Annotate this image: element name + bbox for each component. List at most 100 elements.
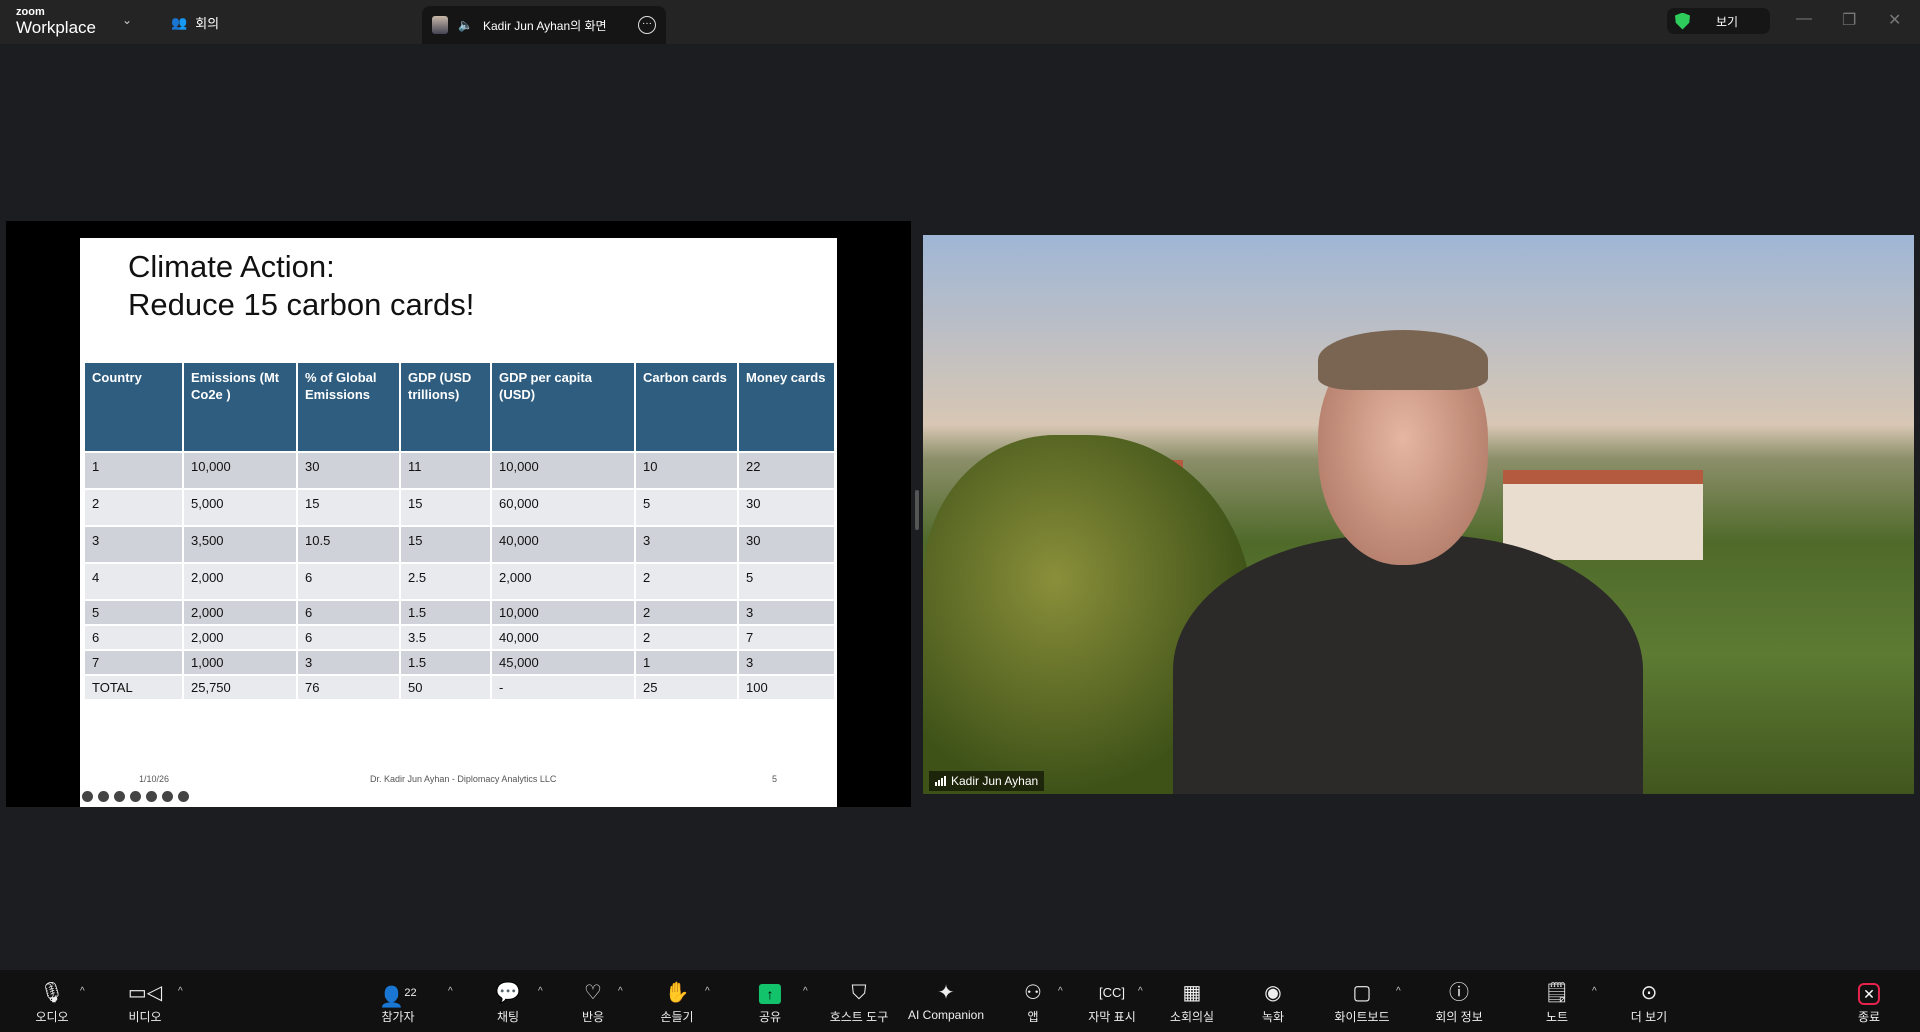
raise-hand-button[interactable]: ✋ 손들기: [660, 982, 693, 1025]
person-body: [1173, 535, 1643, 794]
table-header-row: Country Emissions (Mt Co2e )% of Global E…: [83, 361, 836, 453]
participant-name-tag: Kadir Jun Ayhan: [929, 771, 1045, 791]
next-slide-icon[interactable]: [178, 791, 189, 802]
table-cell: 2: [634, 599, 739, 626]
shield-icon: ⛉: [851, 982, 867, 1004]
meeting-toolbar: 🎙 오디오 ^ ▭◁ 비디오 ^ 👤22 참가자 ^ 💬 채팅 ^ ♡ 반응 ^ ✋ 손들기…: [0, 970, 1920, 1032]
restore-icon[interactable]: ❐: [1842, 10, 1856, 30]
split-resize-handle[interactable]: [915, 490, 919, 530]
zoom-logo-small: zoom: [16, 6, 45, 18]
whiteboard-caret[interactable]: ^: [1396, 986, 1401, 997]
more-dots-icon: ⊙: [1640, 982, 1658, 1004]
presentation-slide: Climate Action: Reduce 15 carbon cards! C…: [80, 238, 837, 807]
share-label: 공유: [758, 1010, 782, 1024]
table-body: 1 10,000 30 11 10,000 10 22 2 5,000 15 15 60,000 5 30…: [83, 451, 836, 701]
meeting-tab[interactable]: 👥 회의: [171, 13, 219, 32]
close-icon[interactable]: ✕: [1888, 10, 1901, 30]
column-header: GDP (USD trillions): [399, 361, 492, 453]
zoom-icon[interactable]: [114, 791, 125, 802]
participants-button[interactable]: 👤22 참가자: [379, 982, 416, 1025]
table-cell: 3: [634, 525, 739, 564]
table-cell: 10,000: [490, 451, 636, 490]
table-cell: 10,000: [182, 451, 298, 490]
reactions-button[interactable]: ♡ 반응: [582, 982, 604, 1025]
person-hair: [1318, 330, 1488, 390]
title-bar: zoom Workplace ⌄ 👥 회의 🔈 Kadir Jun Ayhan의 …: [0, 0, 1920, 44]
notes-button[interactable]: 🗒 노트: [1544, 982, 1569, 1025]
table-cell: 2,000: [182, 599, 298, 626]
view-control[interactable]: 보기: [1667, 8, 1770, 34]
previous-slide-icon[interactable]: [82, 791, 93, 802]
share-caret[interactable]: ^: [803, 986, 808, 997]
ai-companion-button[interactable]: ✦ AI Companion: [908, 982, 984, 1022]
info-icon: ⓘ: [1449, 982, 1469, 1004]
slide-controls: [82, 791, 189, 802]
participant-count: 22: [404, 987, 417, 999]
data-table: Country Emissions (Mt Co2e )% of Global E…: [83, 361, 836, 701]
table-row: 7 1,000 3 1.5 45,000 1 3: [83, 649, 836, 676]
table-cell: 76: [296, 674, 401, 701]
table-cell: 3.5: [399, 624, 492, 651]
whiteboard-button[interactable]: ▢ 화이트보드: [1334, 982, 1389, 1025]
meeting-label: 회의: [195, 16, 220, 31]
pen-icon[interactable]: [98, 791, 109, 802]
notes-caret[interactable]: ^: [1592, 986, 1597, 997]
table-cell: 15: [296, 488, 401, 527]
table-cell: 6: [296, 624, 401, 651]
chat-caret[interactable]: ^: [538, 986, 543, 997]
speaker-icon: 🔈: [458, 18, 473, 32]
captions-button[interactable]: [CC] 자막 표시: [1088, 982, 1136, 1025]
raise-hand-caret[interactable]: ^: [705, 986, 710, 997]
ai-companion-label: AI Companion: [907, 1008, 985, 1022]
more-icon[interactable]: [162, 791, 173, 802]
column-header: GDP per capita (USD): [490, 361, 636, 453]
reactions-caret[interactable]: ^: [618, 986, 623, 997]
camera-icon[interactable]: [146, 791, 157, 802]
end-label: 종료: [1857, 1010, 1881, 1024]
app-menu-chevron-icon[interactable]: ⌄: [122, 13, 132, 27]
table-cell: 3,500: [182, 525, 298, 564]
presenter-avatar: [432, 16, 448, 34]
table-cell: 10.5: [296, 525, 401, 564]
meeting-info-label: 회의 정보: [1435, 1010, 1483, 1024]
whiteboard-icon: ▢: [1352, 982, 1372, 1004]
table-cell: 30: [737, 525, 836, 564]
audio-options-caret[interactable]: ^: [80, 986, 85, 997]
breakout-rooms-button[interactable]: ▦ 소회의실: [1170, 982, 1214, 1025]
host-tools-label: 호스트 도구: [829, 1010, 889, 1024]
notes-icon: 🗒: [1544, 982, 1570, 1004]
table-cell: 2,000: [182, 624, 298, 651]
notes-label: 노트: [1545, 1010, 1569, 1024]
video-button[interactable]: ▭◁ 비디오: [128, 982, 162, 1025]
more-button[interactable]: ⊙ 더 보기: [1631, 982, 1667, 1025]
apps-button[interactable]: ⚇ 앱: [1024, 982, 1042, 1025]
table-cell: 1.5: [399, 649, 492, 676]
microphone-icon: 🎙: [39, 982, 65, 1004]
participants-caret[interactable]: ^: [448, 986, 453, 997]
table-cell: 5: [83, 599, 184, 626]
share-button[interactable]: ↑ 공유: [759, 982, 781, 1025]
participants-label: 참가자: [381, 1010, 415, 1024]
captions-icon[interactable]: [130, 791, 141, 802]
video-options-caret[interactable]: ^: [178, 986, 183, 997]
column-header: % of Global Emissions: [296, 361, 401, 453]
audio-button[interactable]: 🎙 오디오: [35, 982, 68, 1025]
view-button[interactable]: 보기: [1716, 13, 1738, 30]
chat-icon: 💬: [495, 982, 521, 1004]
end-meeting-button[interactable]: ✕ 종료: [1858, 982, 1880, 1025]
table-cell: 1: [83, 451, 184, 490]
captions-caret[interactable]: ^: [1138, 986, 1143, 997]
meeting-info-button[interactable]: ⓘ 회의 정보: [1435, 982, 1483, 1025]
table-cell: TOTAL: [83, 674, 184, 701]
hand-icon: ✋: [664, 982, 690, 1004]
minimize-icon[interactable]: —: [1796, 10, 1812, 28]
apps-caret[interactable]: ^: [1058, 986, 1063, 997]
screen-share-tab[interactable]: 🔈 Kadir Jun Ayhan의 화면 ···: [422, 6, 666, 44]
more-options-icon[interactable]: ···: [638, 16, 656, 34]
record-button[interactable]: ◉ 녹화: [1262, 982, 1284, 1025]
chat-button[interactable]: 💬 채팅: [496, 982, 521, 1025]
table-cell: 10: [634, 451, 739, 490]
table-row: 6 2,000 6 3.5 40,000 2 7: [83, 624, 836, 651]
table-cell: 6: [296, 599, 401, 626]
host-tools-button[interactable]: ⛉ 호스트 도구: [830, 982, 889, 1025]
